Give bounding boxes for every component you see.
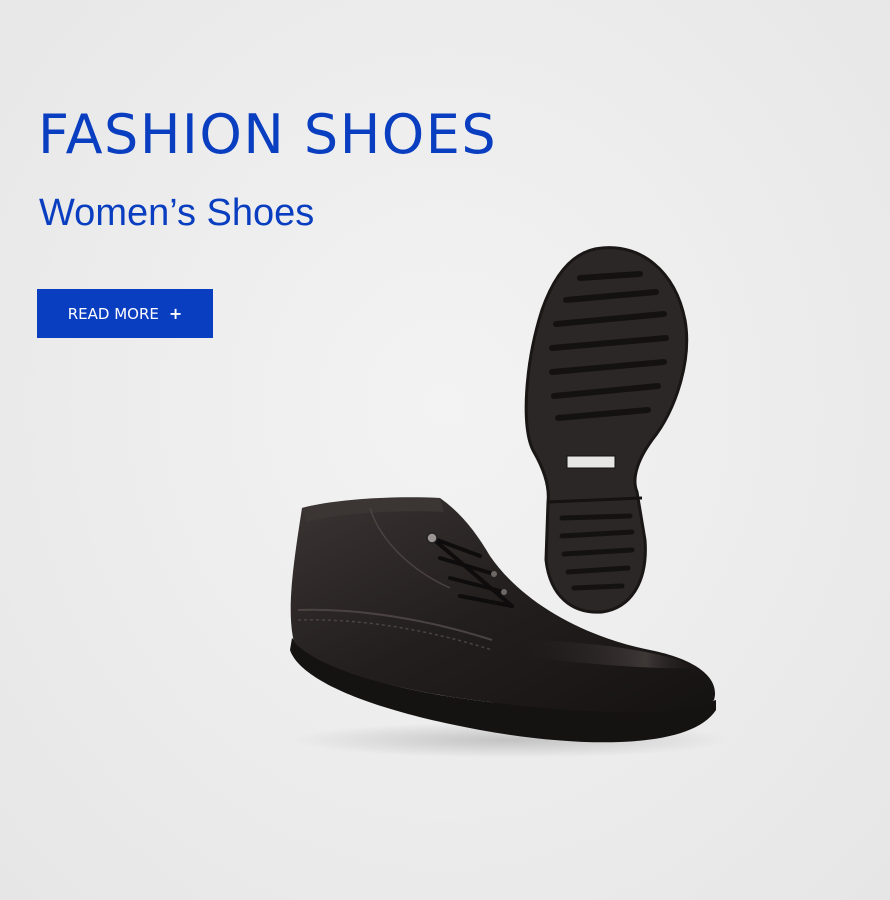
read-more-label: READ MORE — [67, 304, 159, 323]
read-more-button[interactable]: READ MORE + — [37, 289, 213, 338]
shoe-boot — [290, 497, 716, 743]
shoe-sole — [524, 246, 689, 614]
plus-icon: + — [168, 304, 183, 323]
product-image — [290, 246, 730, 758]
hero-subtitle: Women’s Shoes — [39, 192, 315, 234]
hero-title: FASHION SHOES — [38, 103, 498, 166]
hero-banner: FASHION SHOES Women’s Shoes READ MORE + — [0, 0, 890, 900]
